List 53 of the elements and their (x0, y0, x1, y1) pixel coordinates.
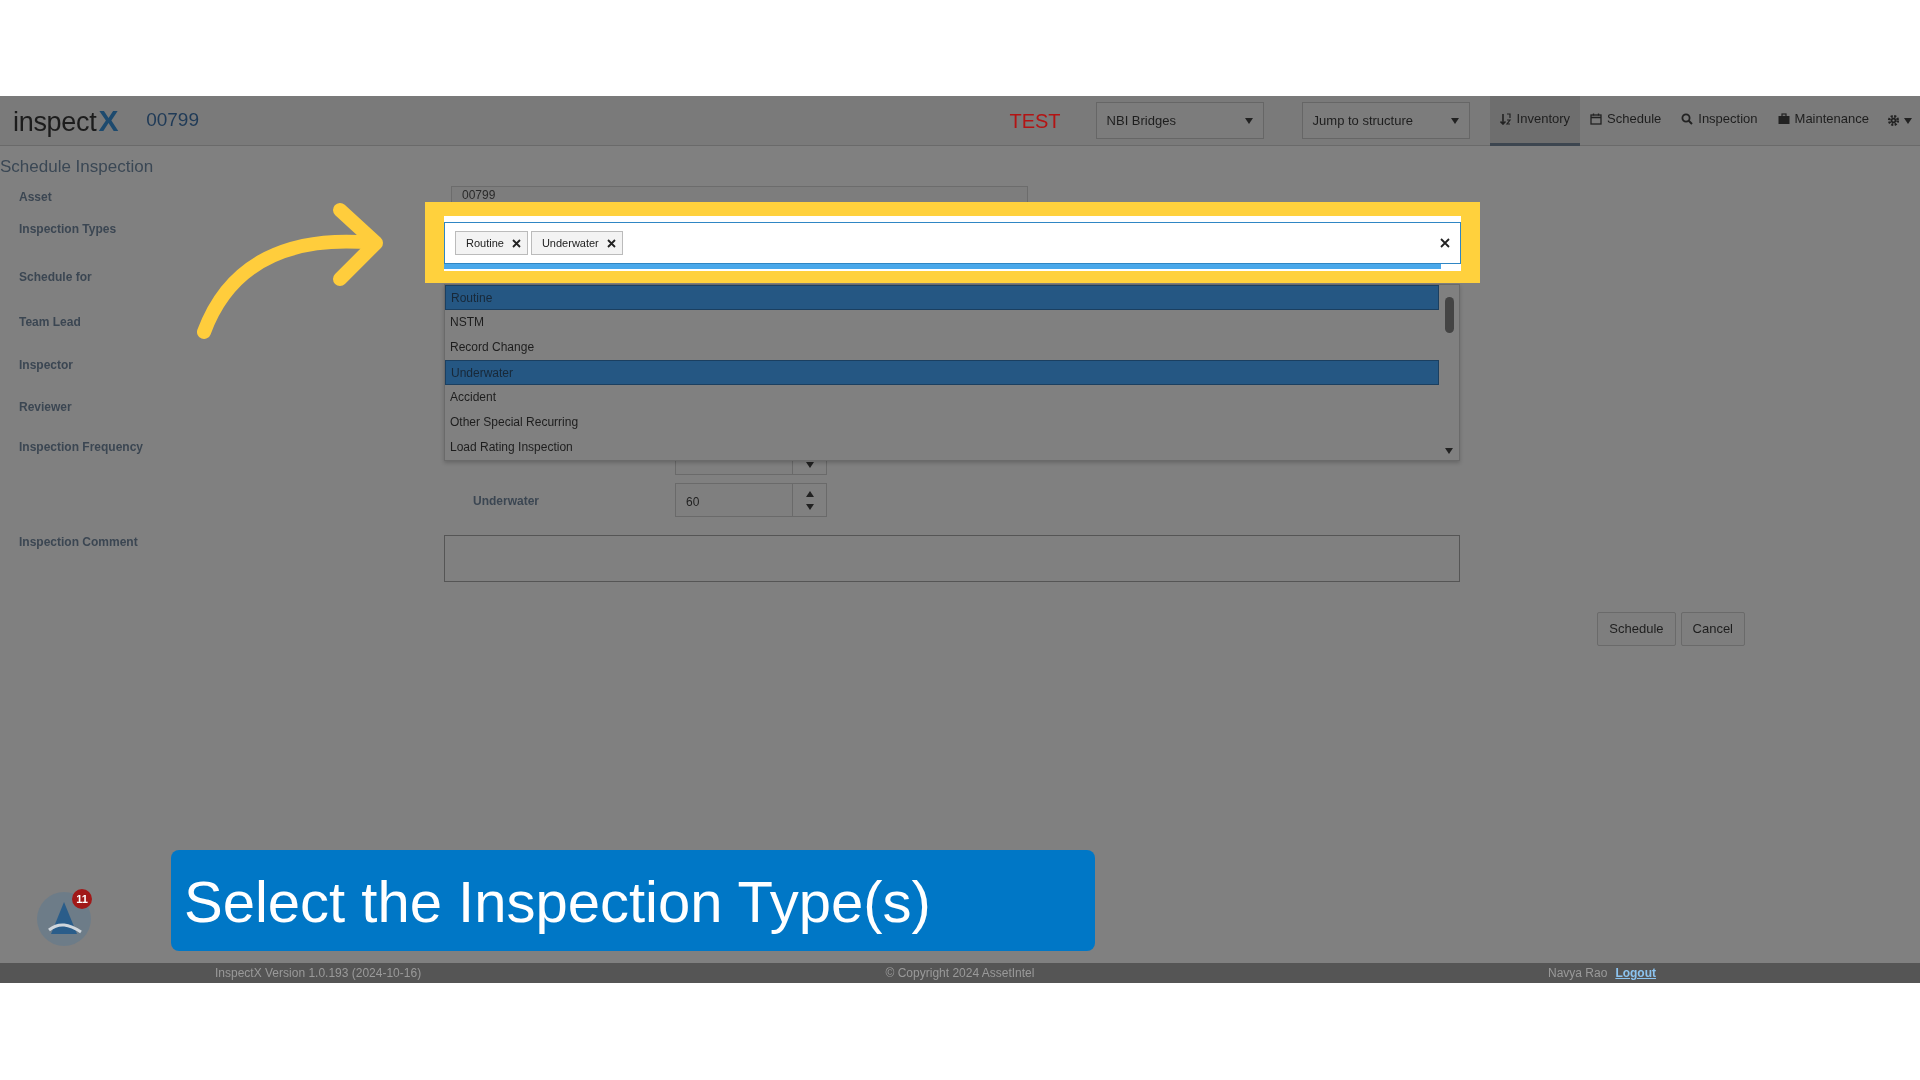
dropdown-option[interactable]: Accident (445, 385, 1439, 410)
asset-field[interactable]: 00799 (451, 186, 1028, 202)
dropdown-select[interactable]: Jump to structure (1301, 102, 1470, 139)
caret-icon (1244, 117, 1253, 124)
user-name: Navya Rao (1548, 966, 1608, 980)
remove-icon[interactable] (606, 238, 616, 248)
clear-icon[interactable] (1440, 238, 1450, 248)
increment-icon[interactable] (805, 490, 814, 497)
field-label: Inspector (18, 357, 74, 374)
selected-tag: Routine (455, 230, 528, 256)
multi-select-field[interactable]: Routine Underwater (444, 222, 1461, 264)
selected-tag: Underwater (530, 230, 623, 256)
decrement-icon[interactable] (805, 503, 814, 510)
number-spinner[interactable]: 60 (675, 483, 827, 517)
search-icon (1681, 113, 1694, 125)
comment-field[interactable] (444, 535, 1460, 582)
asset-id: 00799 (146, 108, 199, 133)
logout-link[interactable]: Logout (1615, 966, 1657, 980)
nav-tab[interactable]: Schedule (1580, 95, 1672, 146)
field-label: Inspection Comment (18, 534, 139, 551)
dropdown-option[interactable]: Record Change (445, 335, 1439, 360)
nav-tab[interactable]: Inventory (1489, 95, 1581, 146)
field-label: Reviewer (18, 399, 73, 416)
app-logo: inspectX (13, 103, 119, 139)
field-label: Schedule for (18, 269, 93, 286)
scrollbar-thumb[interactable] (1444, 297, 1454, 333)
version-text: InspectX Version 1.0.193 (2024-10-16) (215, 966, 422, 980)
copyright-text: © Copyright 2024 AssetIntel (885, 966, 1035, 980)
remove-icon[interactable] (511, 238, 521, 248)
action-button[interactable]: Cancel (1680, 612, 1745, 646)
field-label: Team Lead (18, 314, 82, 331)
calendar-icon (1590, 113, 1603, 125)
environment-label: TEST (1009, 108, 1061, 134)
settings-icon (1887, 114, 1900, 127)
dropdown-option[interactable]: Load Rating Inspection (445, 435, 1439, 460)
frequency-label: Underwater (472, 493, 541, 510)
dropdown-option[interactable]: Other Special Recurring (445, 410, 1439, 435)
chat-avatar-icon[interactable] (37, 892, 91, 946)
nav-tab[interactable]: Inspection (1671, 95, 1768, 146)
page-title: Schedule Inspection (0, 156, 155, 178)
field-label: Inspection Frequency (18, 439, 145, 456)
nav-tab[interactable]: Maintenance (1767, 95, 1879, 146)
notification-badge: 11 (72, 889, 92, 909)
caption-banner: Select the Inspection Type(s) (171, 850, 1095, 951)
dropdown-option[interactable]: NSTM (445, 310, 1439, 335)
caret-icon (1450, 117, 1459, 124)
scroll-down-icon[interactable] (1445, 448, 1453, 454)
field-label: Inspection Types (18, 221, 118, 238)
sort-icon (1499, 113, 1512, 125)
dropdown-select[interactable]: NBI Bridges (1095, 102, 1264, 139)
briefcase-icon (1777, 113, 1790, 125)
field-label: Asset (18, 189, 53, 206)
action-button[interactable]: Schedule (1597, 612, 1676, 646)
